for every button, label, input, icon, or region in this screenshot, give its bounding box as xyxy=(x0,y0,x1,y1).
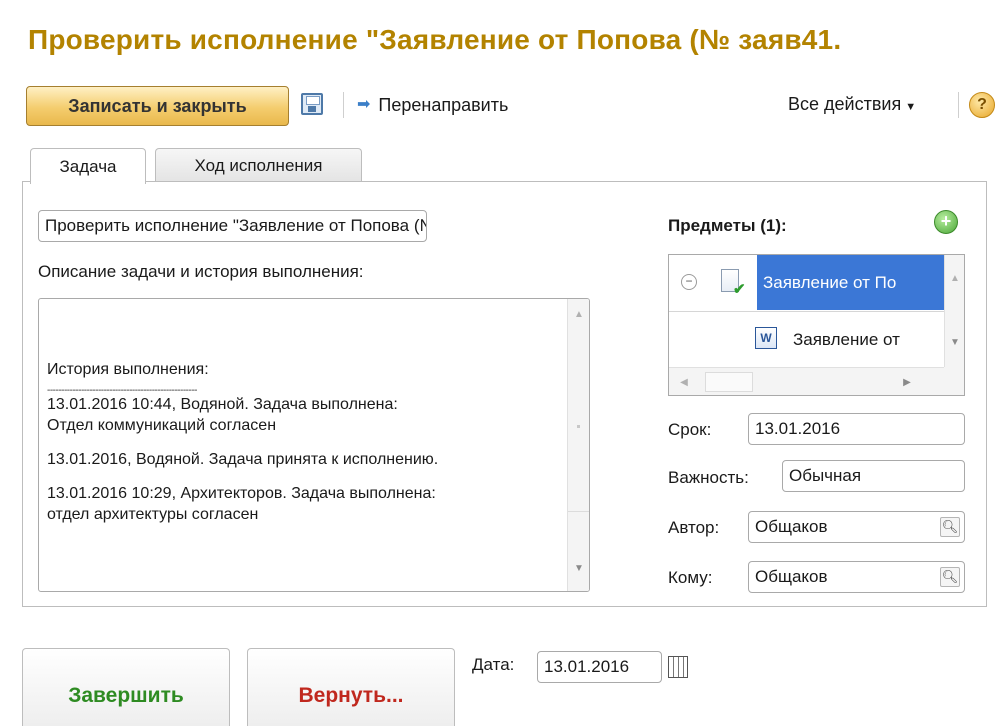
window-title: Проверить исполнение "Заявление от Попов… xyxy=(28,24,842,55)
redirect-label: Перенаправить xyxy=(378,94,509,115)
to-value: Общаков xyxy=(755,567,828,586)
author-field[interactable]: Общаков 🔍︎ xyxy=(748,511,965,543)
save-icon[interactable] xyxy=(301,93,323,115)
tab-progress[interactable]: Ход исполнения xyxy=(155,148,362,182)
scroll-down-icon[interactable]: ▼ xyxy=(572,561,586,575)
history-heading: История выполнения: xyxy=(47,361,209,378)
scroll-up-icon[interactable]: ▲ xyxy=(948,271,962,285)
calendar-icon[interactable] xyxy=(668,656,688,678)
scroll-divider xyxy=(568,511,589,512)
redirect-button[interactable]: ➡ Перенаправить xyxy=(357,94,508,116)
tab-task[interactable]: Задача xyxy=(30,148,146,184)
importance-label: Важность: xyxy=(668,468,749,487)
history-entry-line: 13.01.2016 10:29, Архитекторов. Задача в… xyxy=(47,485,436,502)
to-field[interactable]: Общаков 🔍︎ xyxy=(748,561,965,593)
add-subject-icon[interactable]: + xyxy=(934,210,958,234)
date-field[interactable]: 13.01.2016 xyxy=(537,651,662,683)
deadline-label: Срок: xyxy=(668,420,712,439)
history-entry-line: Отдел коммуникаций согласен xyxy=(47,417,277,434)
help-icon[interactable]: ? xyxy=(969,92,995,118)
history-entry-line: отдел архитектуры согласен xyxy=(47,506,259,523)
history-text: История выполнения: --------------------… xyxy=(47,359,567,525)
scroll-right-icon[interactable]: ▶ xyxy=(900,375,914,389)
scroll-down-icon[interactable]: ▼ xyxy=(948,335,962,349)
importance-field[interactable]: Обычная xyxy=(782,460,965,492)
toolbar-separator xyxy=(958,92,959,118)
date-label: Дата: xyxy=(472,655,515,674)
scroll-thumb[interactable] xyxy=(705,372,753,392)
tree-vertical-scrollbar[interactable]: ▲ ▼ xyxy=(944,255,964,367)
scroll-left-icon[interactable]: ◀ xyxy=(677,375,691,389)
author-value: Общаков xyxy=(755,517,828,536)
toolbar-separator xyxy=(343,92,344,118)
search-icon[interactable]: 🔍︎ xyxy=(940,567,960,587)
subjects-label: Предметы (1): xyxy=(668,216,787,235)
description-label: Описание задачи и история выполнения: xyxy=(38,262,364,281)
redirect-arrow-icon: ➡ xyxy=(357,96,371,113)
description-scrollbar[interactable]: ▲ ▼ xyxy=(567,299,589,591)
description-textarea[interactable]: История выполнения: --------------------… xyxy=(38,298,590,592)
deadline-field[interactable]: 13.01.2016 xyxy=(748,413,965,445)
history-entry-line: 13.01.2016 10:44, Водяной. Задача выполн… xyxy=(47,396,398,413)
search-icon[interactable]: 🔍︎ xyxy=(940,517,960,537)
scroll-thumb[interactable] xyxy=(577,425,580,428)
history-rule: ----------------------------------------… xyxy=(47,385,198,394)
finish-button[interactable]: Завершить xyxy=(22,648,230,726)
check-icon: ✔ xyxy=(733,281,746,298)
save-and-close-button[interactable]: Записать и закрыть xyxy=(26,86,289,126)
tree-row[interactable]: − ✔ Заявление от По xyxy=(669,255,944,311)
task-subject-input[interactable]: Проверить исполнение "Заявление от Попов… xyxy=(38,210,427,242)
tree-item-label[interactable]: Заявление от xyxy=(793,312,900,367)
scroll-up-icon[interactable]: ▲ xyxy=(572,307,586,321)
chevron-down-icon: ▼ xyxy=(905,101,917,113)
tree-horizontal-scrollbar[interactable]: ◀ ▶ xyxy=(669,367,944,395)
collapse-icon[interactable]: − xyxy=(681,274,697,290)
subjects-tree[interactable]: − ✔ Заявление от По W Заявление от ▲ ▼ ◀… xyxy=(668,254,965,396)
tree-row[interactable]: W Заявление от xyxy=(669,311,944,367)
word-document-icon: W xyxy=(755,327,777,349)
tree-item-label[interactable]: Заявление от По xyxy=(757,255,944,310)
history-entry-line: 13.01.2016, Водяной. Задача принята к ис… xyxy=(47,451,439,468)
return-button[interactable]: Вернуть... xyxy=(247,648,455,726)
to-label: Кому: xyxy=(668,568,713,587)
scrollbar-corner xyxy=(944,367,964,395)
all-actions-menu[interactable]: Все действия ▼ xyxy=(788,94,916,115)
author-label: Автор: xyxy=(668,518,720,537)
all-actions-label: Все действия xyxy=(788,94,902,114)
